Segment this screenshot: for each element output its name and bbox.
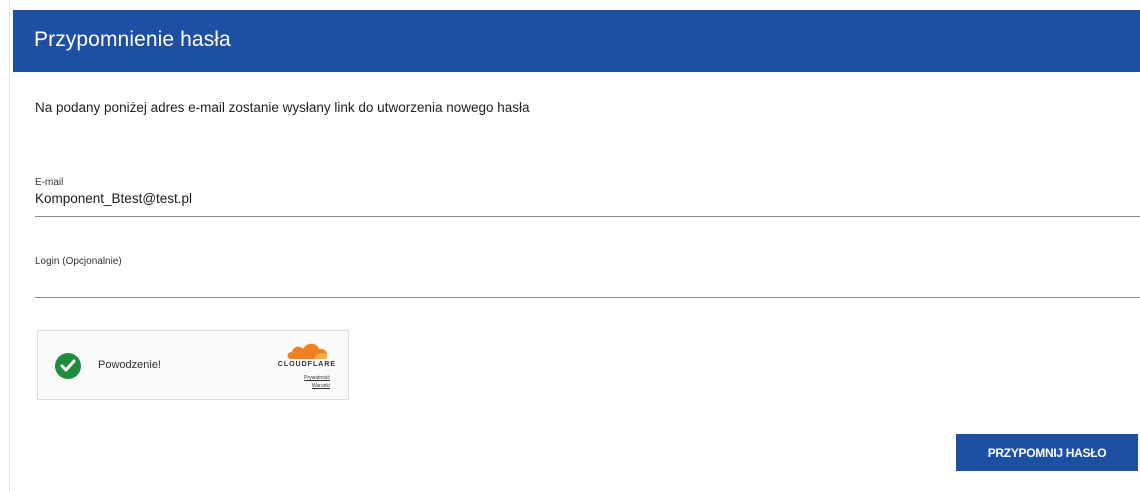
cloudflare-cloud-icon	[287, 343, 328, 359]
remind-password-button[interactable]: PRZYPOMNIJ HASŁO	[956, 434, 1138, 471]
page-title: Przypomnienie hasła	[34, 28, 231, 51]
check-icon	[55, 353, 81, 379]
cloudflare-wordmark: CLOUDFLARE	[277, 361, 336, 368]
captcha-widget[interactable]: Powodzenie! CLOUDFLARE Prywatność Warunk…	[37, 330, 349, 400]
captcha-status-text: Powodzenie!	[98, 359, 161, 371]
login-field: Login (Opcjonalnie)	[35, 256, 1140, 298]
email-field: E-mail	[35, 177, 1140, 217]
terms-link[interactable]: Warunki	[312, 383, 330, 389]
password-reminder-panel: Przypomnienie hasła Na podany poniżej ad…	[13, 10, 1140, 491]
email-label: E-mail	[35, 177, 64, 188]
login-input[interactable]	[35, 276, 1035, 291]
page-left-edge	[0, 0, 10, 491]
email-input[interactable]	[35, 191, 1035, 206]
login-label: Login (Opcjonalnie)	[35, 256, 122, 267]
intro-text: Na podany poniżej adres e-mail zostanie …	[35, 100, 530, 115]
panel-header: Przypomnienie hasła	[13, 10, 1140, 72]
cloudflare-logo[interactable]: CLOUDFLARE Prywatność Warunki	[256, 337, 336, 397]
privacy-link[interactable]: Prywatność	[304, 375, 330, 381]
